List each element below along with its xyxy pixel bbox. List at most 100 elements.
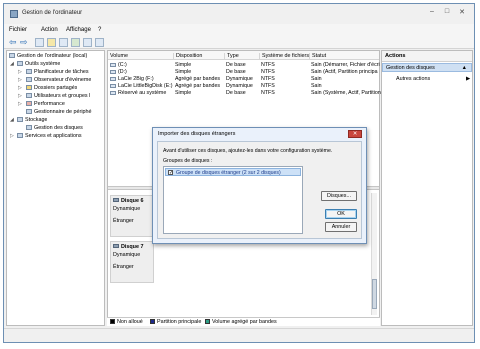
expand-icon[interactable]: ▷: [18, 85, 22, 91]
disk-6-panel[interactable]: Disque 6 Dynamique Étranger: [110, 195, 154, 237]
expand-icon[interactable]: ▷: [18, 93, 22, 99]
title-bar[interactable]: Gestion de l'ordinateur – □ ✕: [4, 4, 474, 24]
tree-item-storage[interactable]: Stockage: [17, 117, 47, 123]
expand-icon[interactable]: ▷: [18, 77, 22, 83]
device-manager-icon: [26, 109, 32, 114]
disk-icon: [113, 198, 119, 202]
tree-item-disk-management[interactable]: Gestion des disques: [26, 125, 83, 131]
disk-7-panel[interactable]: Disque 7 Dynamique Étranger: [110, 241, 154, 283]
storage-icon: [17, 117, 23, 122]
column-filesystem[interactable]: Système de fichiers: [259, 53, 309, 60]
disk-groups-list[interactable]: ✓ Groupe de disques étranger (2 sur 2 di…: [163, 166, 303, 234]
menu-affichage[interactable]: Affichage: [66, 27, 91, 33]
computer-icon: [9, 53, 15, 58]
legend: Non alloué Partition principale Volume a…: [107, 317, 380, 326]
dialog-instruction: Avant d'utiliser ces disques, ajoutez-le…: [163, 148, 333, 154]
help-icon[interactable]: [71, 38, 80, 47]
tree-item-system-tools[interactable]: Outils système: [17, 61, 60, 67]
legend-swatch: [110, 319, 115, 324]
export-icon[interactable]: [95, 38, 104, 47]
group-checkbox[interactable]: ✓: [168, 170, 173, 176]
table-row[interactable]: Réservé au système Simple De base NTFS S…: [108, 89, 381, 96]
list-icon[interactable]: [83, 38, 92, 47]
volume-icon: [110, 77, 116, 81]
actions-pane: Actions Gestion des disques ▲ Autres act…: [381, 50, 473, 326]
tree-item-users-groups[interactable]: Utilisateurs et groupes l: [26, 93, 90, 99]
collapse-icon[interactable]: ◢: [10, 61, 14, 67]
scrollbar-thumb[interactable]: [372, 279, 377, 309]
console-tree: Gestion de l'ordinateur (local) ◢ Outils…: [6, 50, 105, 326]
submenu-arrow-icon: ▶: [466, 76, 471, 82]
legend-item: Volume agrégé par bandes: [205, 319, 277, 325]
import-foreign-disks-dialog: Importer des disques étrangers ✕ Avant d…: [152, 127, 367, 244]
minimize-button[interactable]: –: [426, 8, 438, 15]
disks-button[interactable]: Disques...: [321, 191, 357, 201]
menu-action[interactable]: Action: [41, 27, 58, 33]
clock-icon: [26, 69, 32, 74]
tree-item-services-apps[interactable]: Services et applications: [17, 133, 82, 139]
volume-icon: [110, 91, 116, 95]
menu-bar: Fichier Action Affichage ?: [4, 24, 474, 36]
legend-swatch: [150, 319, 155, 324]
status-bar: [4, 328, 474, 342]
up-icon[interactable]: [35, 38, 44, 47]
disk-name: Disque 7: [121, 244, 144, 250]
collapse-icon[interactable]: ◢: [10, 117, 14, 123]
menu-help[interactable]: ?: [98, 27, 101, 33]
volume-list-header: Volume Disposition Type Système de fichi…: [108, 51, 379, 60]
tree-item-task-scheduler[interactable]: Planificateur de tâches: [26, 69, 89, 75]
table-row[interactable]: (D:) Simple De base NTFS Sain (Actif, Pa…: [108, 68, 379, 75]
performance-icon: [26, 101, 32, 106]
vertical-scrollbar[interactable]: [371, 193, 377, 315]
tools-icon: [17, 61, 23, 66]
table-row[interactable]: LaCie 2Big (F:) Agrégé par bandes Dynami…: [108, 75, 379, 82]
column-type[interactable]: Type: [224, 53, 239, 60]
tree-item-event-viewer[interactable]: Observateur d'événeme: [26, 77, 91, 83]
legend-item: Non alloué: [110, 319, 143, 325]
actions-disk-management[interactable]: Gestion des disques ▲: [382, 63, 472, 72]
collapse-arrow-icon[interactable]: ▲: [462, 65, 467, 71]
cancel-button[interactable]: Annuler: [325, 222, 357, 232]
computer-management-icon: [10, 10, 18, 18]
volume-icon: [110, 84, 116, 88]
expand-icon[interactable]: ▷: [18, 69, 22, 75]
console-tree-icon[interactable]: [47, 38, 56, 47]
disk-type: Dynamique: [113, 206, 141, 212]
disk-icon: [113, 244, 119, 248]
tree-item-device-manager[interactable]: Gestionnaire de périphé: [26, 109, 92, 115]
tree-item-performance[interactable]: Performance: [26, 101, 65, 107]
list-item[interactable]: ✓ Groupe de disques étranger (2 sur 2 di…: [165, 168, 301, 176]
ok-button[interactable]: OK: [325, 209, 357, 219]
disk-management-icon: [26, 125, 32, 130]
window-title: Gestion de l'ordinateur: [22, 10, 83, 16]
column-status[interactable]: Statut: [309, 53, 326, 60]
maximize-button[interactable]: □: [441, 8, 453, 15]
table-row[interactable]: LaCie LittleBigDisk (E:) Agrégé par band…: [108, 82, 379, 89]
disk-state: Étranger: [113, 218, 134, 224]
expand-icon[interactable]: ▷: [10, 133, 14, 139]
disk-groups-label: Groupes de disques :: [163, 158, 213, 164]
close-button[interactable]: ✕: [456, 8, 468, 16]
expand-icon[interactable]: ▷: [18, 101, 22, 107]
dialog-body: Avant d'utiliser ces disques, ajoutez-le…: [157, 141, 362, 239]
forward-icon[interactable]: ⇨: [20, 37, 28, 48]
dialog-close-button[interactable]: ✕: [348, 130, 362, 138]
legend-swatch: [205, 319, 210, 324]
volume-icon: [110, 63, 116, 67]
tree-item-shared-folders[interactable]: Dossiers partagés: [26, 85, 77, 91]
actions-header: Actions: [382, 51, 472, 62]
menu-fichier[interactable]: Fichier: [9, 27, 27, 33]
properties-icon[interactable]: [59, 38, 68, 47]
table-row[interactable]: (C:) Simple De base NTFS Sain (Démarrer,…: [108, 61, 380, 68]
volume-icon: [110, 70, 116, 74]
dialog-title: Importer des disques étrangers: [158, 131, 236, 137]
folder-icon: [26, 85, 32, 90]
column-volume[interactable]: Volume: [108, 53, 128, 60]
back-icon[interactable]: ⇦: [9, 37, 17, 48]
toolbar: ⇦ ⇨: [4, 36, 474, 49]
actions-more[interactable]: Autres actions ▶: [396, 76, 470, 82]
column-disposition[interactable]: Disposition: [173, 53, 202, 60]
tree-item-root[interactable]: Gestion de l'ordinateur (local): [9, 53, 87, 59]
event-log-icon: [26, 77, 32, 82]
users-icon: [26, 93, 32, 98]
